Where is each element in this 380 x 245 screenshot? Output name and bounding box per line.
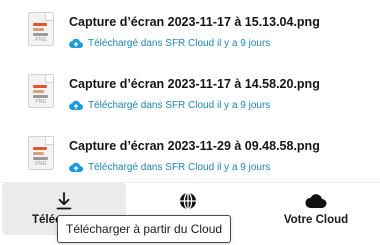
file-row[interactable]: PNG Capture d’écran 2023-11-17 à 14.58.2… [0, 68, 380, 118]
file-status-text: Téléchargé dans SFR Cloud il y a 9 jours [88, 161, 271, 173]
file-thumbnail: PNG [28, 136, 54, 170]
file-name: Capture d’écran 2023-11-29 à 09.48.58.pn… [69, 139, 320, 153]
cloud-upload-icon [69, 38, 83, 48]
file-name: Capture d’écran 2023-11-17 à 15.13.04.pn… [69, 15, 320, 29]
cloud-upload-icon [69, 100, 83, 110]
download-icon [56, 192, 72, 210]
download-tooltip: Télécharger à partir du Cloud [57, 215, 232, 243]
globe-icon [180, 192, 196, 210]
file-status-text: Téléchargé dans SFR Cloud il y a 9 jours [88, 37, 271, 49]
file-type-label: PNG [35, 161, 47, 167]
file-type-label: PNG [35, 99, 47, 105]
your-cloud-button[interactable]: Votre Cloud [254, 183, 378, 235]
cloud-icon [305, 194, 327, 208]
file-thumbnail: PNG [28, 12, 54, 46]
cloud-upload-icon [69, 162, 83, 172]
file-status: Téléchargé dans SFR Cloud il y a 9 jours [69, 160, 270, 174]
file-status: Téléchargé dans SFR Cloud il y a 9 jours [69, 98, 270, 112]
file-thumbnail: PNG [28, 74, 54, 108]
file-type-label: PNG [35, 37, 47, 43]
file-row[interactable]: PNG Capture d’écran 2023-11-29 à 09.48.5… [0, 130, 380, 180]
file-status: Téléchargé dans SFR Cloud il y a 9 jours [69, 36, 270, 50]
file-row[interactable]: PNG Capture d’écran 2023-11-17 à 15.13.0… [0, 6, 380, 56]
your-cloud-button-label: Votre Cloud [283, 214, 349, 226]
file-status-text: Téléchargé dans SFR Cloud il y a 9 jours [88, 99, 271, 111]
file-name: Capture d’écran 2023-11-17 à 14.58.20.pn… [69, 77, 320, 91]
